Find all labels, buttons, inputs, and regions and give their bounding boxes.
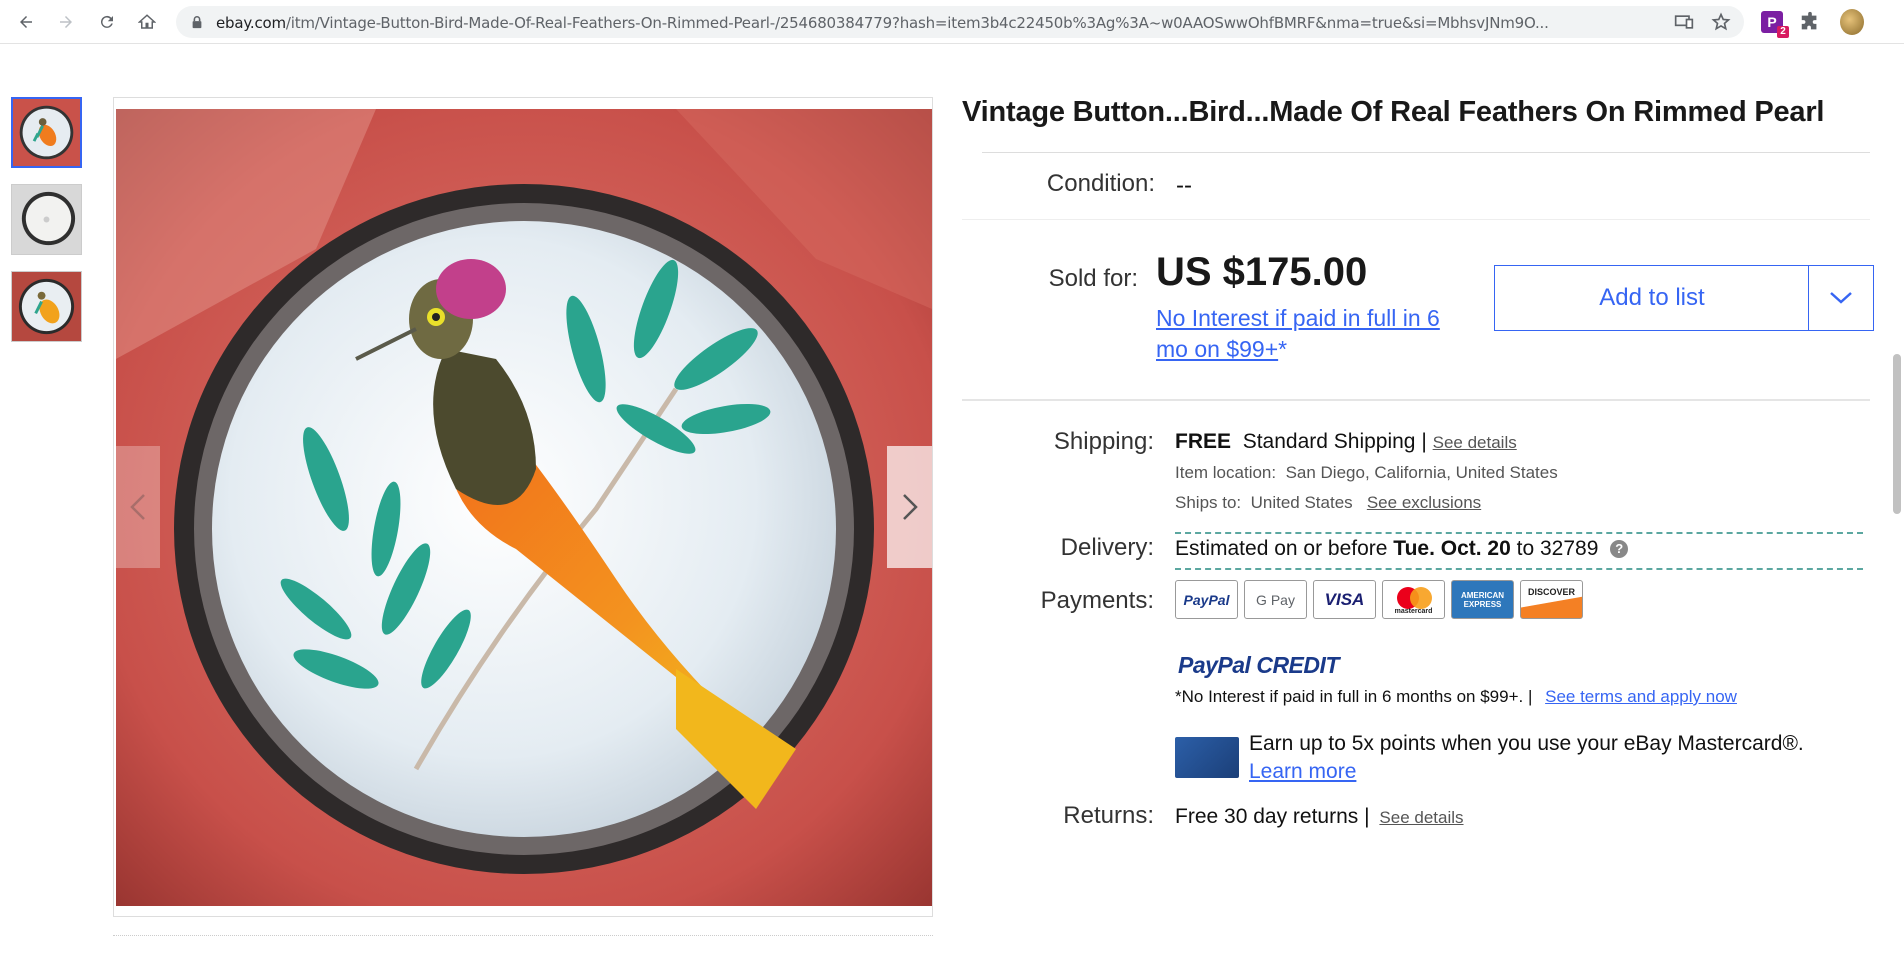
- condition-value: --: [1176, 172, 1192, 199]
- cast-icon[interactable]: [1674, 12, 1694, 32]
- ships-to-value: United States: [1250, 493, 1353, 512]
- reload-icon[interactable]: [96, 11, 118, 33]
- url-text[interactable]: ebay.com/itm/Vintage-Button-Bird-Made-Of…: [216, 14, 1656, 32]
- returns-label: Returns:: [1063, 802, 1154, 829]
- divider: [982, 152, 1870, 153]
- add-to-list-button[interactable]: Add to list: [1495, 266, 1809, 330]
- google-pay-logo: G Pay: [1244, 580, 1307, 619]
- paypal-credit-terms: *No Interest if paid in full in 6 months…: [1175, 687, 1737, 707]
- main-product-image[interactable]: [113, 97, 933, 917]
- delivery-zip: to 32789: [1516, 537, 1599, 560]
- discover-logo: DISCOVER: [1520, 580, 1583, 619]
- sold-price: US $175.00: [1156, 250, 1368, 294]
- address-bar[interactable]: ebay.com/itm/Vintage-Button-Bird-Made-Of…: [176, 6, 1744, 38]
- profile-avatar-icon[interactable]: [1840, 9, 1864, 35]
- shipping-label: Shipping:: [1053, 428, 1154, 455]
- see-exclusions-link[interactable]: See exclusions: [1367, 493, 1481, 512]
- delivery-date: Tue. Oct. 20: [1393, 537, 1511, 560]
- promo-link-line1[interactable]: No Interest if paid in full in 6: [1156, 305, 1440, 331]
- ships-to-label: Ships to:: [1175, 493, 1242, 512]
- thumbnail-2[interactable]: [11, 184, 82, 255]
- payment-logos: PayPal G Pay VISA mastercard AMERICAN EX…: [1175, 580, 1583, 619]
- help-icon[interactable]: ?: [1610, 540, 1629, 558]
- no-interest-promo[interactable]: No Interest if paid in full in 6 mo on $…: [1156, 303, 1476, 365]
- shipping-method: Standard Shipping |: [1242, 430, 1427, 453]
- page-scrollbar[interactable]: [1890, 44, 1904, 959]
- shipping-see-details-link[interactable]: See details: [1433, 433, 1517, 452]
- add-to-list-control: Add to list: [1494, 265, 1874, 331]
- paypal-logo: PayPal: [1175, 580, 1238, 619]
- delivery-bottom-border: [1175, 568, 1863, 570]
- promo-asterisk: *: [1278, 336, 1288, 362]
- visa-logo: VISA: [1313, 580, 1376, 619]
- learn-more-link[interactable]: Learn more: [1249, 760, 1356, 784]
- payments-label: Payments:: [1040, 587, 1154, 614]
- scrollbar-thumb[interactable]: [1893, 354, 1901, 514]
- paypal-credit-logo: PayPal CREDIT: [1178, 652, 1339, 678]
- divider: [962, 219, 1870, 220]
- feather-bird-button-photo: [116, 109, 932, 906]
- divider: [962, 399, 1870, 401]
- thumbnail-3[interactable]: [11, 271, 82, 342]
- thumbnail-1[interactable]: [11, 97, 82, 168]
- item-location-label: Item location:: [1175, 463, 1277, 482]
- add-to-list-dropdown-button[interactable]: [1809, 266, 1873, 330]
- mastercard-offer: Earn up to 5x points when you use your e…: [1249, 732, 1804, 755]
- promo-link-line2[interactable]: mo on $99+: [1156, 336, 1278, 362]
- mastercard-logo: mastercard: [1382, 580, 1445, 619]
- forward-icon[interactable]: [55, 11, 77, 33]
- delivery-label: Delivery:: [1060, 534, 1154, 561]
- puzzle-extensions-icon[interactable]: [1798, 10, 1822, 34]
- delivery-estimate: Estimated on or before Tue. Oct. 20 to 3…: [1175, 537, 1629, 561]
- see-terms-link[interactable]: See terms and apply now: [1545, 687, 1737, 706]
- amex-logo: AMERICAN EXPRESS: [1451, 580, 1514, 619]
- item-location-line: Item location: San Diego, California, Un…: [1175, 463, 1558, 483]
- shipping-free: FREE: [1175, 430, 1232, 453]
- bookmark-star-icon[interactable]: [1711, 12, 1731, 32]
- extension-badge-icon[interactable]: P2: [1760, 10, 1789, 38]
- delivery-top-border: [1175, 532, 1863, 534]
- previous-image-button[interactable]: [115, 446, 160, 568]
- image-divider: [113, 935, 933, 936]
- item-title: Vintage Button...Bird...Made Of Real Fea…: [962, 96, 1825, 128]
- ships-to-line: Ships to: United States See exclusions: [1175, 493, 1481, 513]
- credit-terms-text: *No Interest if paid in full in 6 months…: [1175, 687, 1533, 706]
- lock-icon[interactable]: [190, 15, 204, 29]
- home-icon[interactable]: [136, 11, 158, 33]
- returns-line: Free 30 day returns | See details: [1175, 805, 1464, 829]
- next-image-button[interactable]: [887, 446, 932, 568]
- returns-value: Free 30 day returns |: [1175, 805, 1370, 828]
- browser-toolbar: ebay.com/itm/Vintage-Button-Bird-Made-Of…: [0, 0, 1904, 44]
- chevron-down-icon: [1830, 292, 1852, 304]
- chevron-left-icon: [129, 494, 145, 520]
- sold-for-label: Sold for:: [1048, 265, 1138, 292]
- item-location-value: San Diego, California, United States: [1285, 463, 1558, 482]
- returns-see-details-link[interactable]: See details: [1379, 808, 1463, 827]
- delivery-prefix: Estimated on or before: [1175, 537, 1388, 560]
- ebay-mastercard-image: [1175, 737, 1239, 778]
- condition-label: Condition:: [1046, 170, 1155, 197]
- back-icon[interactable]: [15, 11, 37, 33]
- chevron-right-icon: [902, 494, 918, 520]
- shipping-line: FREE Standard Shipping | See details: [1175, 430, 1517, 454]
